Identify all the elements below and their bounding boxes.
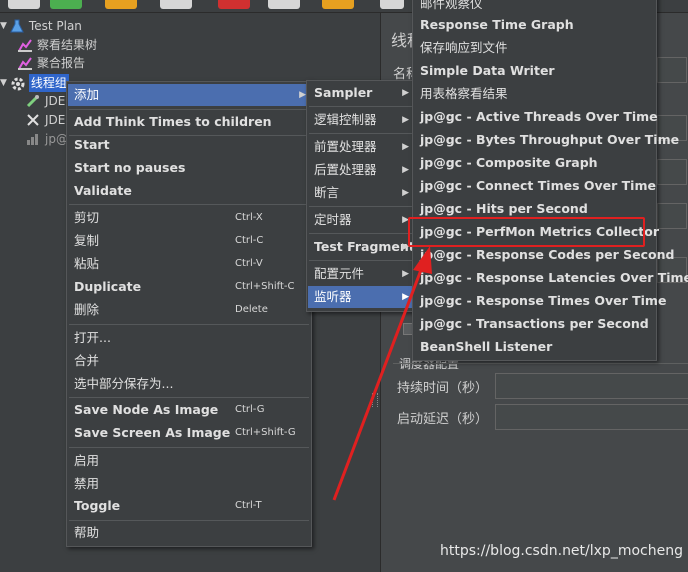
annotation-arrow-icon xyxy=(332,246,432,501)
annotation-arrow-line xyxy=(332,261,426,501)
watermark: https://blog.csdn.net/lxp_mocheng xyxy=(440,543,683,559)
annotation-arrow-head xyxy=(413,246,432,274)
